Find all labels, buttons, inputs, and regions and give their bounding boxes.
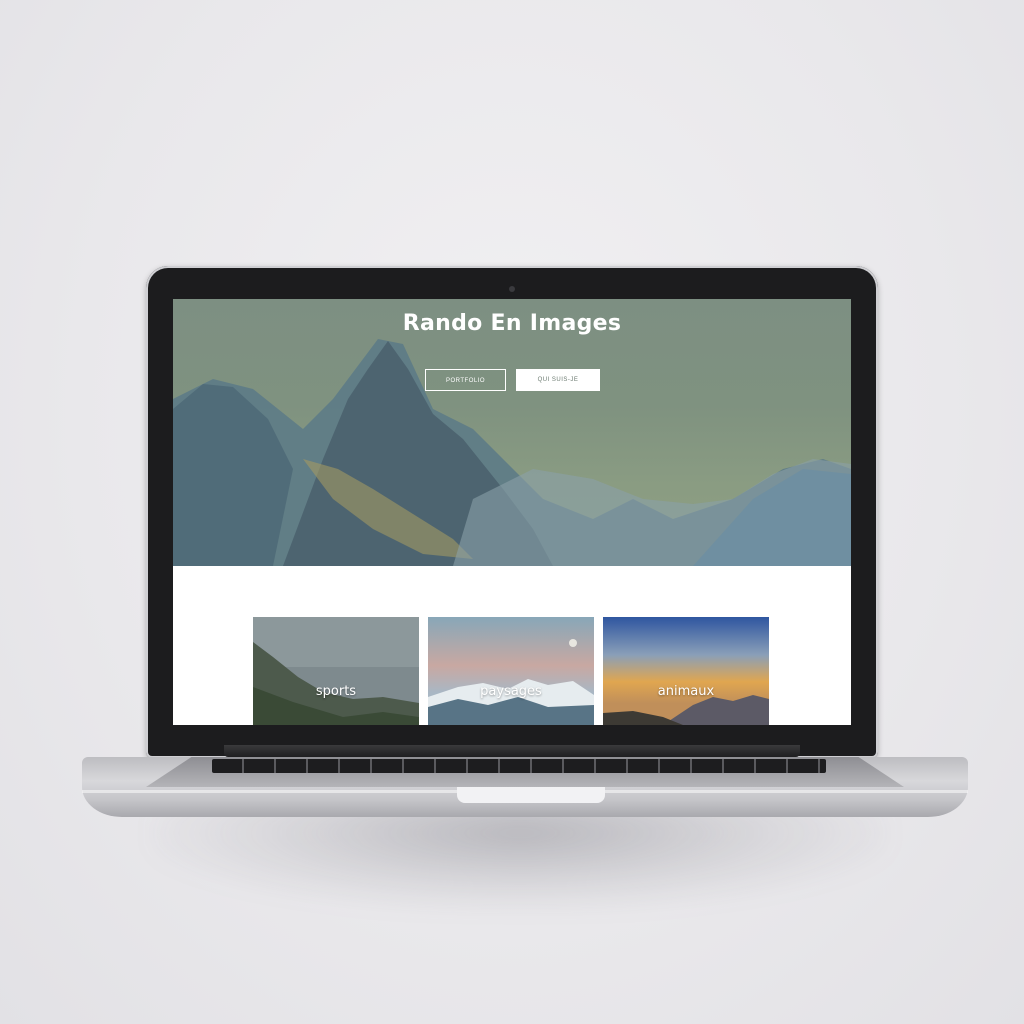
category-cards: sports paysages animaux (253, 617, 773, 725)
category-label-animaux: animaux (657, 684, 715, 699)
category-label-paysages: paysages (480, 684, 542, 699)
hero-banner: Rando En Images Portfolio Qui suis-je (173, 299, 851, 566)
category-card-paysages[interactable]: paysages (428, 617, 594, 725)
site-title: Rando En Images (402, 311, 622, 336)
category-card-sports[interactable]: sports (253, 617, 419, 725)
category-card-animaux[interactable]: animaux (603, 617, 769, 725)
portfolio-button[interactable]: Portfolio (425, 369, 506, 391)
keyboard (212, 759, 826, 773)
webcam-icon (509, 286, 515, 292)
laptop-hinge (224, 745, 800, 757)
lid-notch (457, 787, 605, 803)
laptop-screen: Rando En Images Portfolio Qui suis-je sp… (173, 299, 851, 725)
category-label-sports: sports (315, 684, 357, 699)
mountain-illustration (173, 339, 851, 566)
about-button[interactable]: Qui suis-je (516, 369, 600, 391)
